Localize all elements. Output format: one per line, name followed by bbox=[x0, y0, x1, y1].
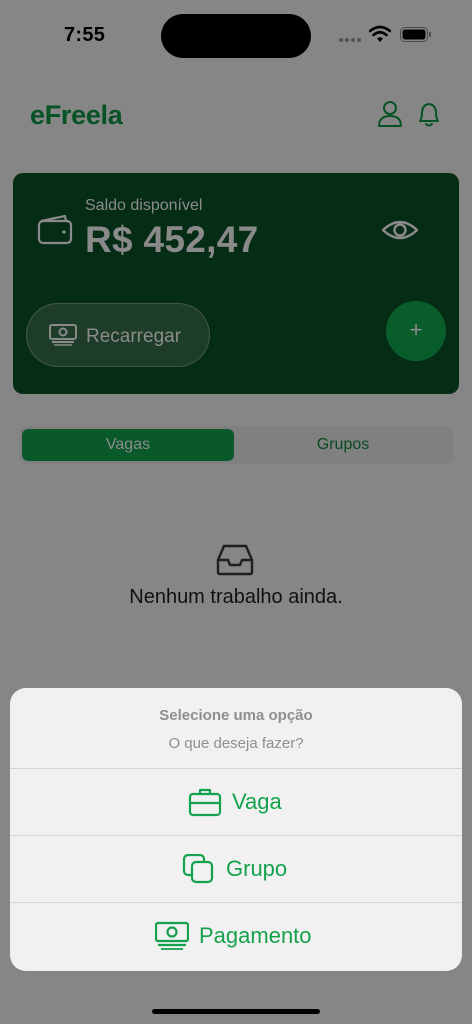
cash-icon bbox=[155, 921, 189, 950]
option-vaga[interactable]: Vaga bbox=[10, 769, 462, 835]
option-grupo[interactable]: Grupo bbox=[10, 836, 462, 902]
option-label: Pagamento bbox=[199, 923, 312, 948]
option-label: Vaga bbox=[232, 789, 282, 814]
app-screen: 7:55 eFreela Saldo disponível R$ 452,47 … bbox=[0, 0, 472, 1024]
option-label: Grupo bbox=[226, 856, 288, 881]
copy-icon bbox=[182, 854, 214, 884]
briefcase-icon bbox=[188, 788, 222, 817]
action-sheet-subtitle: O que deseja fazer? bbox=[168, 735, 304, 752]
action-sheet-title: Selecione uma opção bbox=[159, 707, 313, 724]
action-sheet: Selecione uma opção O que deseja fazer? … bbox=[10, 688, 462, 971]
option-pagamento[interactable]: Pagamento bbox=[10, 903, 462, 969]
home-indicator[interactable] bbox=[152, 1009, 320, 1014]
